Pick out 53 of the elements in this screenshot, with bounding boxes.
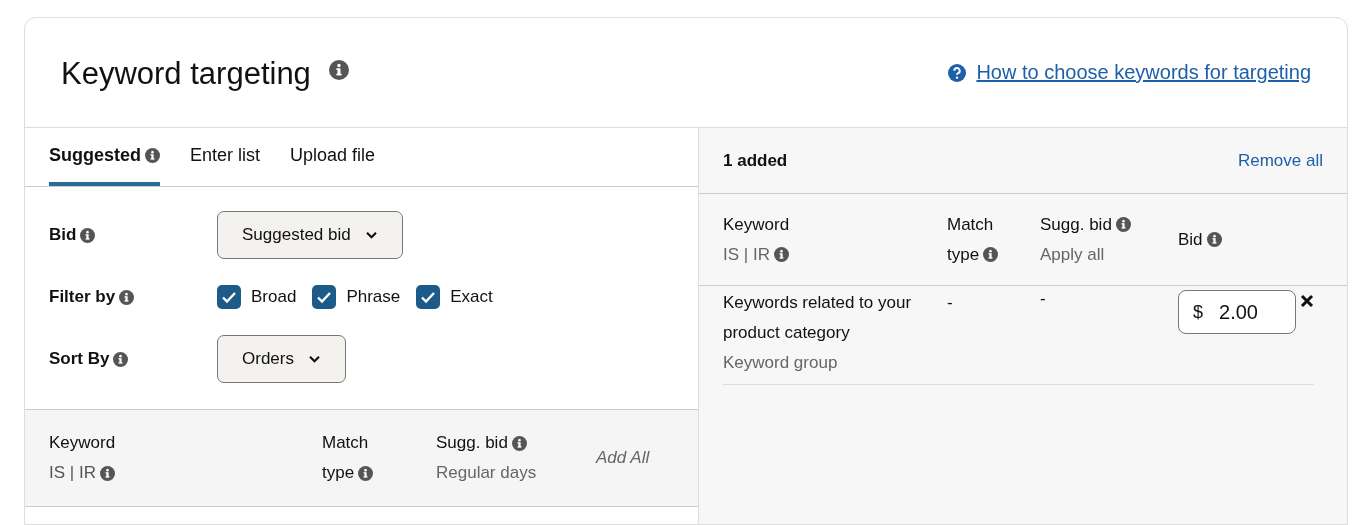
filter-label: Bid <box>49 225 77 245</box>
checkbox[interactable] <box>217 285 241 309</box>
column-subheader: Regular days <box>436 462 537 484</box>
info-icon[interactable] <box>113 351 129 367</box>
help-icon[interactable] <box>948 63 967 82</box>
keyword-type: Keyword group <box>723 352 839 374</box>
column-subheader[interactable]: Apply all <box>1040 239 1105 270</box>
chevron-down-icon <box>364 230 378 240</box>
checkbox-label: Phrase <box>346 287 401 307</box>
column-header: Keyword <box>49 432 116 454</box>
info-icon[interactable] <box>1206 232 1222 247</box>
info-icon[interactable] <box>119 289 135 305</box>
chevron-down-icon <box>307 354 321 364</box>
column-subheader: IS | IR <box>49 462 96 484</box>
tab[interactable]: Upload file <box>290 128 376 186</box>
help-link[interactable]: How to choose keywords for targeting <box>976 61 1311 84</box>
dropdown[interactable]: Suggested bid <box>217 211 403 259</box>
checkbox[interactable] <box>312 285 337 309</box>
remove-all-link[interactable]: Remove all <box>1237 150 1323 171</box>
dropdown[interactable]: Orders <box>217 335 346 383</box>
column-header: Sugg. bid <box>1040 213 1112 236</box>
info-icon[interactable] <box>80 227 96 243</box>
added-count: 1 added <box>723 150 788 171</box>
tab[interactable]: Enter list <box>190 128 261 186</box>
info-icon[interactable] <box>773 247 789 262</box>
filter-label: Filter by <box>49 287 116 307</box>
page-title: Keyword targeting <box>61 55 311 92</box>
bid-input[interactable]: $ 2.00 <box>1178 290 1296 334</box>
checkbox-label: Broad <box>251 287 297 307</box>
info-icon[interactable] <box>983 247 999 262</box>
keyword-text: Keywords related to your product category <box>723 292 913 344</box>
table-cell: - <box>1040 289 1046 308</box>
info-icon[interactable] <box>99 465 115 481</box>
info-icon[interactable] <box>328 59 349 80</box>
column-header: Sugg. bid <box>436 432 508 454</box>
info-icon[interactable] <box>1115 217 1131 232</box>
checkbox-label: Exact <box>450 287 493 307</box>
filter-label: Sort By <box>49 349 110 369</box>
column-header: Match <box>322 432 369 454</box>
column-header: Match <box>947 213 994 236</box>
column-subheader: type <box>947 243 980 266</box>
info-icon[interactable] <box>145 147 160 163</box>
column-subheader: IS | IR <box>723 243 770 266</box>
column-header: Bid <box>1178 228 1203 251</box>
add-all-link[interactable]: Add All <box>596 448 650 468</box>
info-icon[interactable] <box>511 435 527 451</box>
checkbox[interactable] <box>416 285 441 309</box>
column-subheader: type <box>322 462 355 484</box>
table-cell: - <box>947 293 953 312</box>
tab[interactable]: Suggested <box>49 128 160 186</box>
column-header: Keyword <box>723 213 790 236</box>
info-icon[interactable] <box>358 465 374 481</box>
close-icon[interactable] <box>1300 294 1314 308</box>
